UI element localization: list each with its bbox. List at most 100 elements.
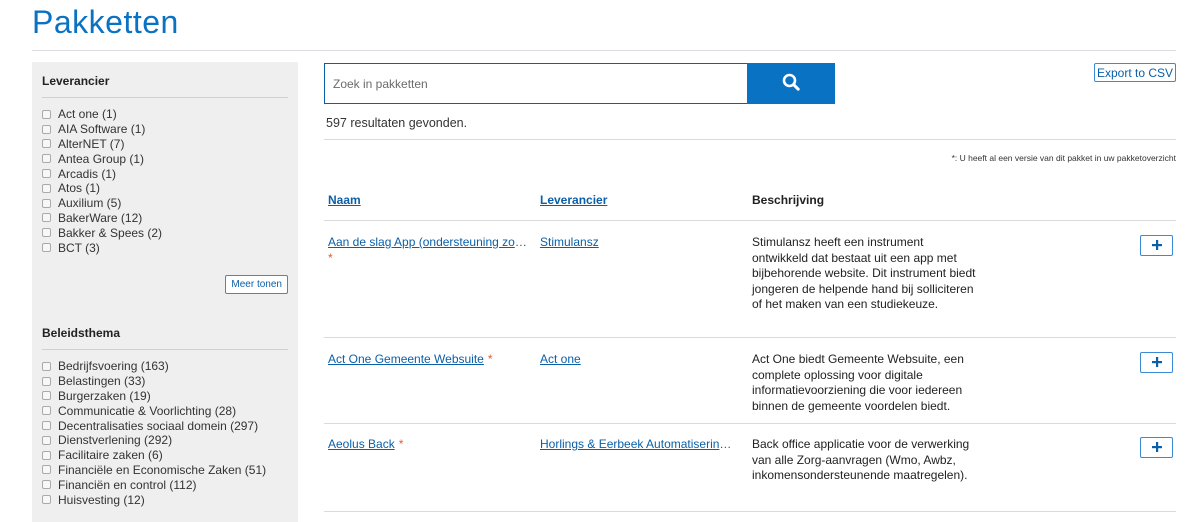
more-wrap: Meer tonen bbox=[42, 274, 288, 295]
filter-sidebar: Leverancier Act one (1) AIA Software (1)… bbox=[32, 62, 298, 522]
package-description: Act One biedt Gemeente Websuite, een com… bbox=[752, 352, 964, 413]
facet-option-label: Arcadis (1) bbox=[58, 166, 117, 181]
column-header-description: Beschrijving bbox=[752, 193, 825, 207]
add-package-button[interactable] bbox=[1140, 352, 1173, 373]
export-csv-button[interactable]: Export to CSV bbox=[1094, 63, 1176, 82]
checkbox[interactable] bbox=[42, 391, 51, 401]
package-name-cell: Act One Gemeente Websuite * bbox=[328, 352, 532, 368]
facet-option-label: Facilitaire zaken (6) bbox=[58, 448, 163, 463]
checkbox[interactable] bbox=[42, 376, 51, 386]
table-row: Act One Gemeente Websuite * Act one Act O… bbox=[324, 338, 1176, 424]
package-name-cell: Aeolus Back * bbox=[328, 437, 532, 453]
package-name-link[interactable]: Aeolus Back bbox=[328, 437, 395, 453]
search-button[interactable] bbox=[747, 63, 835, 104]
facet-option[interactable]: AIA Software (1) bbox=[42, 122, 288, 137]
package-name-cell: Aan de slag App (ondersteuning zoeken na… bbox=[328, 235, 532, 266]
owned-marker: * bbox=[398, 437, 404, 451]
facet-option-label: BakerWare (12) bbox=[58, 210, 143, 225]
facet-title-beleidsthema: Beleidsthema bbox=[42, 326, 288, 350]
column-header-name[interactable]: Naam bbox=[328, 193, 361, 207]
checkbox[interactable] bbox=[42, 154, 51, 164]
vendor-link[interactable]: Act one bbox=[540, 352, 736, 368]
facet-option[interactable]: Act one (1) bbox=[42, 107, 288, 122]
facet-option[interactable]: Financiële en Economische Zaken (51) bbox=[42, 463, 288, 478]
facet-option[interactable]: BakerWare (12) bbox=[42, 211, 288, 226]
facet-option[interactable]: BCT (3) bbox=[42, 240, 288, 255]
package-name-link[interactable]: Aan de slag App (ondersteuning zoeken na… bbox=[328, 235, 532, 251]
checkbox[interactable] bbox=[42, 183, 51, 193]
facet-option-label: BCT (3) bbox=[58, 240, 100, 255]
search-input[interactable] bbox=[324, 63, 748, 104]
table-row: Aan de slag App (ondersteuning zoeken na… bbox=[324, 221, 1176, 338]
facet-option-label: AIA Software (1) bbox=[58, 122, 146, 137]
owned-marker: * bbox=[328, 250, 333, 265]
show-more-button[interactable]: Meer tonen bbox=[225, 274, 288, 294]
facet-option-label: Financiële en Economische Zaken (51) bbox=[58, 462, 267, 477]
checkbox[interactable] bbox=[42, 465, 51, 475]
checkbox[interactable] bbox=[42, 213, 51, 223]
checkbox[interactable] bbox=[42, 450, 51, 460]
facet-option-label: Financiën en control (112) bbox=[58, 477, 197, 492]
checkbox[interactable] bbox=[42, 435, 51, 445]
owned-version-note: *: U heeft al een versie van dit pakket … bbox=[951, 153, 1176, 163]
checkbox[interactable] bbox=[42, 139, 51, 149]
facet-option-label: Decentralisaties sociaal domein (297) bbox=[58, 418, 259, 433]
facet-option[interactable]: Dienstverlening (292) bbox=[42, 433, 288, 448]
facet-option[interactable]: Financiën en control (112) bbox=[42, 477, 288, 492]
checkbox[interactable] bbox=[42, 243, 51, 253]
facet-option[interactable]: Burgerzaken (19) bbox=[42, 389, 288, 404]
facet-option[interactable]: Antea Group (1) bbox=[42, 151, 288, 166]
facet-option[interactable]: Auxilium (5) bbox=[42, 196, 288, 211]
facet-option-label: Antea Group (1) bbox=[58, 151, 145, 166]
checkbox[interactable] bbox=[42, 198, 51, 208]
checkbox[interactable] bbox=[42, 361, 51, 371]
divider bbox=[324, 139, 1176, 140]
facet-option-label: Act one (1) bbox=[58, 107, 117, 122]
facet-option-label: Bakker & Spees (2) bbox=[58, 225, 163, 240]
facet-option-label: Communicatie & Voorlichting (28) bbox=[58, 403, 237, 418]
table-row: Aeolus Back * Horlings & Eerbeek Automati… bbox=[324, 424, 1176, 512]
facet-option[interactable]: AlterNET (7) bbox=[42, 137, 288, 152]
checkbox[interactable] bbox=[42, 406, 51, 416]
facet-option[interactable]: Huisvesting (12) bbox=[42, 492, 288, 507]
facet-list-leverancier: Act one (1) AIA Software (1) AlterNET (7… bbox=[42, 107, 288, 255]
checkbox[interactable] bbox=[42, 109, 51, 119]
plus-icon bbox=[1151, 239, 1162, 253]
package-description: Back office applicatie voor de verwerkin… bbox=[752, 437, 970, 482]
facet-option-label: Dienstverlening (292) bbox=[58, 433, 173, 448]
facet-option[interactable]: Arcadis (1) bbox=[42, 166, 288, 181]
plus-icon bbox=[1151, 356, 1162, 370]
owned-marker: * bbox=[487, 352, 493, 366]
facet-title-leverancier: Leverancier bbox=[42, 74, 288, 98]
facet-option[interactable]: Belastingen (33) bbox=[42, 374, 288, 389]
vendor-link[interactable]: Stimulansz bbox=[540, 235, 736, 251]
facet-option[interactable]: Decentralisaties sociaal domein (297) bbox=[42, 418, 288, 433]
page-title: Pakketten bbox=[32, 4, 179, 40]
facet-option-label: Auxilium (5) bbox=[58, 196, 122, 211]
facet-option[interactable]: Bakker & Spees (2) bbox=[42, 225, 288, 240]
facet-option-label: Huisvesting (12) bbox=[58, 492, 145, 507]
facet-option[interactable]: Communicatie & Voorlichting (28) bbox=[42, 403, 288, 418]
package-description: Stimulansz heeft een instrument ontwikke… bbox=[752, 235, 976, 311]
facet-option[interactable]: Bedrijfsvoering (163) bbox=[42, 359, 288, 374]
checkbox[interactable] bbox=[42, 495, 51, 505]
facet-beleidsthema: Beleidsthema Bedrijfsvoering (163) Belas… bbox=[42, 326, 288, 507]
search-icon bbox=[782, 73, 800, 94]
vendor-link[interactable]: Horlings & Eerbeek Automatisering B.V. bbox=[540, 437, 736, 453]
package-name-link[interactable]: Act One Gemeente Websuite bbox=[328, 352, 484, 368]
checkbox[interactable] bbox=[42, 480, 51, 490]
facet-option-label: Belastingen (33) bbox=[58, 374, 146, 389]
checkbox[interactable] bbox=[42, 169, 51, 179]
facet-option[interactable]: Atos (1) bbox=[42, 181, 288, 196]
checkbox[interactable] bbox=[42, 228, 51, 238]
facet-option[interactable]: Facilitaire zaken (6) bbox=[42, 448, 288, 463]
facet-list-beleidsthema: Bedrijfsvoering (163) Belastingen (33) B… bbox=[42, 359, 288, 507]
checkbox[interactable] bbox=[42, 421, 51, 431]
checkbox[interactable] bbox=[42, 124, 51, 134]
facet-option-label: Burgerzaken (19) bbox=[58, 388, 151, 403]
column-header-vendor[interactable]: Leverancier bbox=[540, 193, 607, 207]
add-package-button[interactable] bbox=[1140, 235, 1173, 256]
facet-option-label: Atos (1) bbox=[58, 181, 101, 196]
add-package-button[interactable] bbox=[1140, 437, 1173, 458]
facet-option-label: Bedrijfsvoering (163) bbox=[58, 359, 169, 374]
